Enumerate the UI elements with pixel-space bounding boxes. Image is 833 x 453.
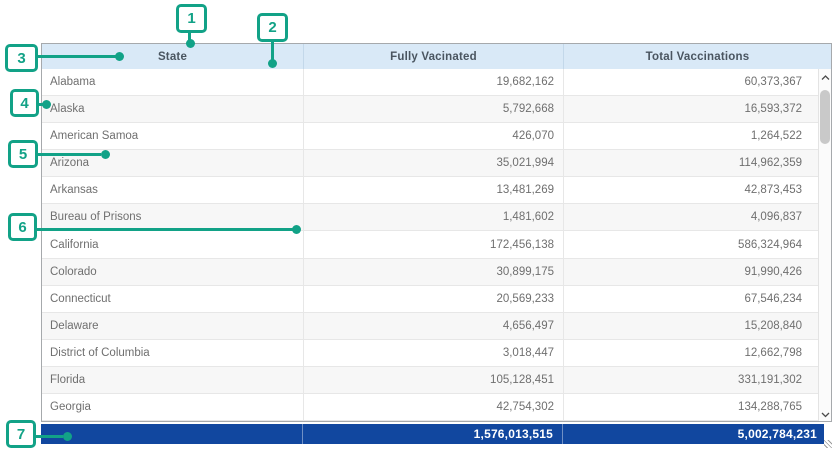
callout-6-connector xyxy=(37,228,293,231)
table-row[interactable]: Arkansas13,481,26942,873,453 xyxy=(42,177,831,204)
total-vaccinations-cell: 4,096,837 xyxy=(563,204,831,230)
state-cell: Florida xyxy=(42,367,303,393)
table-row[interactable]: Delaware4,656,49715,208,840 xyxy=(42,313,831,340)
state-cell: Alabama xyxy=(42,69,303,95)
resize-grip-icon[interactable] xyxy=(824,440,832,448)
state-cell: Georgia xyxy=(42,394,303,420)
total-vaccinations-cell: 60,373,367 xyxy=(563,69,831,95)
fully-vaccinated-cell: 13,481,269 xyxy=(303,177,563,203)
summary-total-vaccinations-cell: 5,002,784,231 xyxy=(562,424,824,444)
state-cell: Arkansas xyxy=(42,177,303,203)
callout-7-badge: 7 xyxy=(6,420,36,448)
fully-vaccinated-cell: 4,656,497 xyxy=(303,313,563,339)
total-vaccinations-cell: 91,990,426 xyxy=(563,259,831,285)
state-cell: District of Columbia xyxy=(42,340,303,366)
state-cell: Alaska xyxy=(42,96,303,122)
column-header-fully-vaccinated[interactable]: Fully Vacinated xyxy=(303,44,563,69)
total-vaccinations-cell: 331,191,302 xyxy=(563,367,831,393)
callout-2-badge: 2 xyxy=(257,13,288,42)
table-row[interactable]: District of Columbia3,018,44712,662,798 xyxy=(42,340,831,367)
table-row[interactable]: Alaska5,792,66816,593,372 xyxy=(42,96,831,123)
summary-fully-vaccinated-cell: 1,576,013,515 xyxy=(302,424,562,444)
callout-6-dot xyxy=(292,225,301,234)
summary-row: 1,576,013,515 5,002,784,231 xyxy=(41,424,824,444)
fully-vaccinated-cell: 3,018,447 xyxy=(303,340,563,366)
callout-4-dot xyxy=(42,100,51,109)
table-row[interactable]: Alabama19,682,16260,373,367 xyxy=(42,69,831,96)
table-body: Alabama19,682,16260,373,367Alaska5,792,6… xyxy=(42,69,831,421)
callout-1-dot xyxy=(186,39,195,48)
fully-vaccinated-cell: 5,792,668 xyxy=(303,96,563,122)
callout-7-dot xyxy=(63,432,72,441)
state-cell: American Samoa xyxy=(42,123,303,149)
scroll-up-button[interactable] xyxy=(819,70,831,83)
table-header-row: State Fully Vacinated Total Vaccinations xyxy=(42,44,831,69)
screenshot-canvas: State Fully Vacinated Total Vaccinations… xyxy=(0,0,833,453)
callout-5-dot xyxy=(101,150,110,159)
callout-7-connector xyxy=(36,435,63,438)
callout-6-badge: 6 xyxy=(8,213,37,241)
fully-vaccinated-cell: 35,021,994 xyxy=(303,150,563,176)
table-row[interactable]: Colorado30,899,17591,990,426 xyxy=(42,259,831,286)
chevron-down-icon xyxy=(821,405,830,423)
column-header-total-vaccinations[interactable]: Total Vaccinations xyxy=(563,44,831,69)
callout-3-connector xyxy=(38,55,116,58)
callout-3-dot xyxy=(115,52,124,61)
state-cell: Colorado xyxy=(42,259,303,285)
table-row[interactable]: California172,456,138586,324,964 xyxy=(42,231,831,258)
state-cell: Connecticut xyxy=(42,286,303,312)
total-vaccinations-cell: 586,324,964 xyxy=(563,231,831,257)
total-vaccinations-cell: 42,873,453 xyxy=(563,177,831,203)
table-row[interactable]: Florida105,128,451331,191,302 xyxy=(42,367,831,394)
callout-2-dot xyxy=(268,59,277,68)
total-vaccinations-cell: 114,962,359 xyxy=(563,150,831,176)
fully-vaccinated-cell: 19,682,162 xyxy=(303,69,563,95)
callout-1-badge: 1 xyxy=(176,4,207,33)
fully-vaccinated-cell: 172,456,138 xyxy=(303,231,563,257)
scrollbar-thumb[interactable] xyxy=(820,90,830,144)
state-cell: California xyxy=(42,231,303,257)
total-vaccinations-cell: 12,662,798 xyxy=(563,340,831,366)
attribute-table: State Fully Vacinated Total Vaccinations… xyxy=(41,43,832,422)
fully-vaccinated-cell: 20,569,233 xyxy=(303,286,563,312)
total-vaccinations-cell: 15,208,840 xyxy=(563,313,831,339)
total-vaccinations-cell: 67,546,234 xyxy=(563,286,831,312)
chevron-up-icon xyxy=(821,68,830,86)
callout-5-badge: 5 xyxy=(8,140,38,168)
table-row[interactable]: Arizona35,021,994114,962,359 xyxy=(42,150,831,177)
fully-vaccinated-cell: 105,128,451 xyxy=(303,367,563,393)
scroll-down-button[interactable] xyxy=(819,407,831,420)
vertical-scrollbar[interactable] xyxy=(818,69,831,421)
callout-3-badge: 3 xyxy=(5,44,38,72)
fully-vaccinated-cell: 30,899,175 xyxy=(303,259,563,285)
table-row[interactable]: American Samoa426,0701,264,522 xyxy=(42,123,831,150)
fully-vaccinated-cell: 42,754,302 xyxy=(303,394,563,420)
callout-5-connector xyxy=(38,153,101,156)
table-row[interactable]: Connecticut20,569,23367,546,234 xyxy=(42,286,831,313)
callout-2-connector xyxy=(271,42,274,60)
summary-state-cell xyxy=(41,424,302,444)
fully-vaccinated-cell: 1,481,602 xyxy=(303,204,563,230)
callout-4-badge: 4 xyxy=(10,89,39,117)
state-cell: Delaware xyxy=(42,313,303,339)
table-row[interactable]: Georgia42,754,302134,288,765 xyxy=(42,394,831,421)
total-vaccinations-cell: 16,593,372 xyxy=(563,96,831,122)
total-vaccinations-cell: 134,288,765 xyxy=(563,394,831,420)
total-vaccinations-cell: 1,264,522 xyxy=(563,123,831,149)
fully-vaccinated-cell: 426,070 xyxy=(303,123,563,149)
